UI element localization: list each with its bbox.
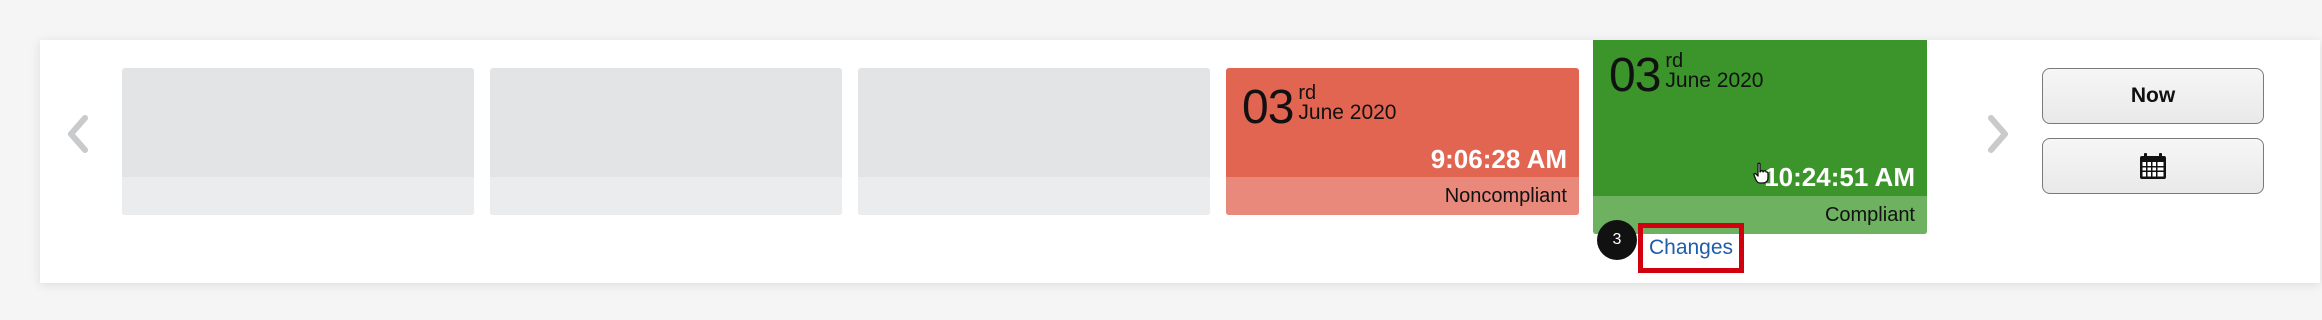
status-bar: Noncompliant	[1226, 177, 1579, 215]
snapshot-time: 10:24:51 AM	[1764, 162, 1915, 192]
calendar-button[interactable]	[2042, 138, 2264, 194]
date-month-year: June 2020	[1298, 101, 1397, 124]
chevron-right-icon	[1988, 115, 2008, 153]
snapshot-date: 03 rd June 2020	[1609, 49, 1764, 102]
date-day: 03	[1242, 81, 1294, 134]
changes-link[interactable]: Changes	[1649, 236, 1733, 260]
empty-snapshot-card	[858, 68, 1210, 215]
now-button[interactable]: Now	[2042, 68, 2264, 124]
date-month-year: June 2020	[1665, 69, 1764, 92]
previous-arrow[interactable]	[58, 104, 98, 164]
snapshot-date: 03 rd June 2020	[1242, 81, 1397, 134]
snapshot-card-noncompliant[interactable]: 03 rd June 2020 9:06:28 AM Noncompliant	[1226, 68, 1579, 215]
hand-cursor-icon	[1753, 162, 1769, 184]
status-label: Noncompliant	[1444, 184, 1567, 207]
empty-snapshot-card	[490, 68, 842, 215]
date-suffix: rd	[1298, 82, 1317, 104]
changes-highlight[interactable]: Changes	[1638, 223, 1744, 273]
next-arrow[interactable]	[1978, 104, 2018, 164]
date-day: 03	[1609, 49, 1661, 102]
status-label: Compliant	[1824, 203, 1915, 226]
empty-snapshot-card	[122, 68, 474, 215]
snapshot-time: 9:06:28 AM	[1430, 144, 1567, 174]
changes-count-badge: 3	[1597, 220, 1637, 260]
timeline-panel: 03 rd June 2020 9:06:28 AM Noncompliant …	[40, 40, 2320, 283]
snapshot-card-compliant[interactable]: 03 rd June 2020 10:24:51 AM Compliant	[1593, 40, 1927, 234]
calendar-icon	[2140, 153, 2166, 179]
date-suffix: rd	[1665, 50, 1684, 72]
chevron-left-icon	[68, 115, 88, 153]
